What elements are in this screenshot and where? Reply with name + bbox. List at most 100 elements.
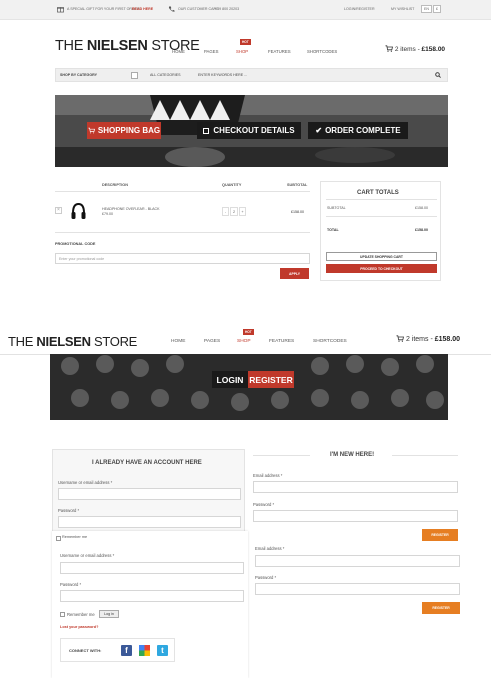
update-cart-button[interactable]: UPDATE SHOPPING CART <box>326 252 437 261</box>
wishlist-link[interactable]: MY WISHLIST <box>391 7 414 11</box>
cart-icon <box>396 335 405 342</box>
register-button-2[interactable]: REGISTER <box>422 602 460 614</box>
read-here-link[interactable]: READ HERE <box>132 7 153 11</box>
hot-badge-2: HOT <box>243 329 254 335</box>
password-label-2: Password * <box>60 582 82 587</box>
nav-shop[interactable]: SHOP <box>236 49 248 54</box>
email-label: Email address * <box>253 473 283 478</box>
cart-banner: SHOPPING BAG CHECKOUT DETAILS ✔ ORDER CO… <box>55 95 448 167</box>
nav-shop-2[interactable]: SHOP <box>237 339 251 344</box>
login-banner: LOGIN REGISTER <box>50 354 448 420</box>
shop-by-category[interactable]: SHOP BY CATEGORY <box>60 73 97 77</box>
checkmark-icon: ✔ <box>315 126 323 135</box>
nav-pages[interactable]: PAGES <box>204 49 219 54</box>
register-button[interactable]: REGISTER <box>422 529 458 541</box>
lost-password-link[interactable]: Lost your password? <box>60 625 98 629</box>
step-shopping-bag[interactable]: SHOPPING BAG <box>87 122 161 139</box>
register-password-input[interactable] <box>253 510 458 522</box>
nav-shortcodes[interactable]: SHORTCODES <box>307 49 337 54</box>
qty-increase[interactable]: + <box>239 207 246 216</box>
search-icon[interactable] <box>435 72 441 78</box>
item-subtotal: £158.00 <box>291 210 304 214</box>
remove-item-button[interactable]: × <box>55 207 62 214</box>
account-heading: I ALREADY HAVE AN ACCOUNT HERE <box>92 460 202 466</box>
promo-input[interactable]: Enter your promotional code <box>55 253 310 264</box>
login-panel-overlay: Username or email address * Password * R… <box>52 531 248 678</box>
subtotal-label: SUBTOTAL <box>327 206 346 210</box>
promo-title: PROMOTIONAL CODE <box>55 242 96 246</box>
qty-decrease[interactable]: - <box>222 207 229 216</box>
store-logo-2[interactable]: THE NIELSEN STORE <box>8 334 137 349</box>
banner-register-tab[interactable]: REGISTER <box>248 371 294 388</box>
password-input-2[interactable] <box>60 590 244 602</box>
remember-checkbox[interactable] <box>60 612 65 617</box>
customer-care-text: OUR CUSTOMER CARE <box>178 7 219 11</box>
language-select[interactable]: EN <box>421 5 432 13</box>
checkout-icon <box>203 127 210 134</box>
nav-features-2[interactable]: FEATURES <box>269 339 294 344</box>
banner-login-tab[interactable]: LOGIN <box>212 371 248 388</box>
twitter-icon[interactable]: t <box>157 645 168 656</box>
shopping-bag-icon <box>88 127 95 134</box>
total-value: £158.00 <box>415 228 428 232</box>
password-input[interactable] <box>58 516 241 528</box>
divider <box>326 199 437 200</box>
step-order-complete[interactable]: ✔ ORDER COMPLETE <box>308 122 408 139</box>
username-label: Username or email address * <box>58 480 113 485</box>
register-password-label: Password * <box>253 502 275 507</box>
username-input-2[interactable] <box>60 562 244 574</box>
nav-home-2[interactable]: HOME <box>171 339 185 344</box>
nav-home[interactable]: HOME <box>172 49 185 54</box>
subtotal-value: £158.00 <box>415 206 428 210</box>
header-cart-2[interactable]: 2 items - £158.00 <box>396 335 460 343</box>
cart-icon <box>385 45 394 52</box>
currency-select[interactable]: £ <box>433 5 441 13</box>
google-plus-icon-glyph <box>139 645 150 656</box>
cart-row: × HEADPHONE OVER-EAR - BLACK £79.00 - 2 … <box>55 202 310 232</box>
username-label-2: Username or email address * <box>60 553 115 558</box>
col-subtotal: SUBTOTAL <box>287 183 308 187</box>
all-categories-select[interactable]: ALL CATEGORIES <box>150 73 181 77</box>
qty-input[interactable]: 2 <box>230 207 238 216</box>
proceed-checkout-button[interactable]: PROCEED TO CHECKOUT <box>326 264 437 273</box>
gift-promo-text: A SPECIAL GIFT FOR YOUR FIRST ORDER! <box>67 7 141 11</box>
nav-shortcodes-2[interactable]: SHORTCODES <box>313 339 347 344</box>
nav-pages-2[interactable]: PAGES <box>204 339 220 344</box>
divider <box>326 216 437 217</box>
search-input[interactable]: ENTER KEYWORDS HERE ... <box>198 73 247 77</box>
email-label-2: Email address * <box>255 546 285 551</box>
col-quantity: QUANTITY <box>222 183 242 187</box>
divider <box>392 455 458 456</box>
step-checkout-details[interactable]: CHECKOUT DETAILS <box>197 122 301 139</box>
username-input[interactable] <box>58 488 241 500</box>
table-divider <box>55 191 310 192</box>
apply-button[interactable]: APPLY <box>280 268 309 279</box>
register-password-label-2: Password * <box>255 575 277 580</box>
phone-icon <box>168 6 175 12</box>
facebook-icon[interactable]: f <box>121 645 132 656</box>
connect-with-label: CONNECT WITH: <box>69 648 102 653</box>
search-bar: SHOP BY CATEGORY ALL CATEGORIES ENTER KE… <box>55 68 448 82</box>
remember-checkbox-hidden[interactable] <box>56 536 61 541</box>
login-button[interactable]: Log in <box>99 610 119 618</box>
divider <box>253 455 310 456</box>
register-password-input-2[interactable] <box>255 583 460 595</box>
customer-care-phone: + 39 800 20203 <box>214 7 240 11</box>
email-input-2[interactable] <box>255 555 460 567</box>
item-price: £79.00 <box>102 212 113 216</box>
hot-badge: HOT <box>240 39 251 45</box>
category-menu-icon[interactable] <box>131 72 138 79</box>
header-cart[interactable]: 2 items - £158.00 <box>385 45 445 53</box>
remember-label: Remember me <box>67 612 95 617</box>
email-input[interactable] <box>253 481 458 493</box>
new-heading: I'M NEW HERE! <box>330 452 375 458</box>
gift-icon <box>57 7 64 13</box>
remember-label-hidden: Remember me <box>62 535 88 539</box>
nav-features[interactable]: FEATURES <box>268 49 291 54</box>
table-divider-bottom <box>55 232 310 233</box>
login-register-link[interactable]: LOGIN/REGISTER <box>344 7 375 11</box>
google-plus-icon[interactable] <box>139 645 150 656</box>
item-name[interactable]: HEADPHONE OVER-EAR - BLACK <box>102 207 160 211</box>
connect-panel: CONNECT WITH: f t <box>60 638 175 662</box>
headphone-image <box>71 202 86 219</box>
